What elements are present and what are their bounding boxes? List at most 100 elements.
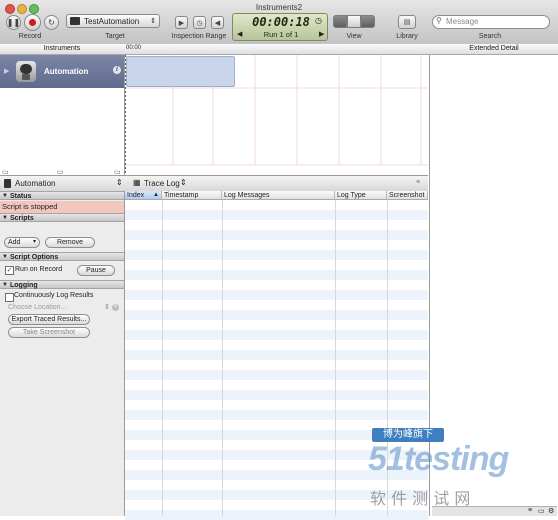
loop-icon[interactable]: ↻ bbox=[44, 15, 59, 30]
logging-header-label: Logging bbox=[10, 282, 38, 289]
export-traced-results-button[interactable]: Export Traced Results... bbox=[8, 314, 90, 325]
split-view-icon[interactable]: ▭ bbox=[538, 507, 545, 515]
record-button[interactable] bbox=[24, 14, 41, 31]
columns-handle-icon[interactable]: ≡ bbox=[416, 179, 420, 186]
watermark-subtitle: 软 件 测 试 网 bbox=[370, 489, 471, 508]
list-view-icon[interactable]: ≡ bbox=[528, 507, 532, 514]
run-counter: Run 1 of 1 bbox=[263, 30, 299, 39]
range-end-icon[interactable]: ◀ bbox=[211, 16, 224, 29]
clock-icon[interactable]: ◷ bbox=[193, 16, 206, 29]
location-chevron-icon: ⇕ bbox=[104, 304, 110, 311]
record-label: Record bbox=[18, 33, 42, 40]
search-icon: ⚲ bbox=[436, 16, 442, 25]
choose-location-popup[interactable]: Choose Location... bbox=[8, 304, 66, 311]
automation-instrument-icon bbox=[16, 61, 36, 82]
add-script-button[interactable]: Add ▾ bbox=[4, 237, 40, 248]
target-popup[interactable]: TestAutomation ⇕ bbox=[66, 14, 160, 28]
instrument-small-icon bbox=[4, 179, 11, 188]
watermark-logo: 51testing bbox=[368, 440, 509, 478]
table-row[interactable] bbox=[125, 250, 428, 260]
inspection-range-label: Inspection Range bbox=[171, 33, 227, 40]
continuously-log-checkbox[interactable] bbox=[5, 293, 14, 302]
extended-detail-header: Extended Detail bbox=[469, 45, 519, 52]
search-input[interactable]: Message bbox=[432, 15, 550, 29]
pause-button[interactable]: Pause bbox=[77, 265, 115, 276]
toolbar: Instruments2 ❚❚ ↻ Record TestAutomation … bbox=[0, 0, 558, 45]
ruler-start: 00:00 bbox=[126, 45, 142, 51]
disclosure-down-icon: ▼ bbox=[2, 215, 8, 221]
column-header-index-label: Index bbox=[127, 192, 145, 199]
column-header-timestamp[interactable]: Timestamp bbox=[162, 191, 222, 200]
continuously-log-label: Continuously Log Results bbox=[14, 292, 94, 299]
table-row[interactable] bbox=[125, 290, 428, 300]
view-instruments-toggle[interactable] bbox=[333, 15, 347, 28]
range-start-icon[interactable]: ▶ bbox=[175, 16, 188, 29]
column-header-index[interactable]: Index ▲ bbox=[125, 191, 162, 200]
table-row[interactable] bbox=[125, 210, 428, 220]
run-trace-bar[interactable] bbox=[126, 56, 235, 87]
script-options-section-header[interactable]: ▼ Script Options bbox=[0, 252, 124, 261]
status-header-label: Status bbox=[10, 193, 32, 200]
view-extended-toggle[interactable] bbox=[361, 15, 375, 28]
column-header-log-type[interactable]: Log Type bbox=[335, 191, 387, 200]
column-header-screenshot[interactable]: Screenshot bbox=[387, 191, 428, 200]
panel-mid-icon[interactable]: ▭ bbox=[57, 168, 64, 176]
table-row[interactable] bbox=[125, 310, 428, 320]
search-label: Search bbox=[478, 33, 502, 40]
pause-icon[interactable]: ❚❚ bbox=[6, 15, 21, 30]
settings-gear-icon[interactable]: ⚙ bbox=[548, 507, 554, 515]
record-icon bbox=[29, 19, 36, 26]
instruments-panel: ▶ Automation i bbox=[0, 55, 125, 175]
window-title: Instruments2 bbox=[255, 3, 303, 12]
library-icon[interactable]: ▤ bbox=[398, 15, 416, 29]
timeline-track[interactable] bbox=[125, 55, 428, 175]
clock-mode-icon[interactable]: ◷ bbox=[315, 16, 322, 25]
target-value: TestAutomation bbox=[84, 16, 140, 26]
logging-section-header[interactable]: ▼ Logging bbox=[0, 280, 124, 289]
status-section-header[interactable]: ▼ Status bbox=[0, 191, 124, 200]
next-run-icon[interactable]: ▶ bbox=[319, 30, 324, 38]
scripts-section-header[interactable]: ▼ Scripts bbox=[0, 213, 124, 222]
column-header-log-messages[interactable]: Log Messages bbox=[222, 191, 335, 200]
instrument-name: Automation bbox=[44, 67, 89, 76]
run-on-record-checkbox[interactable]: ✓ bbox=[5, 266, 14, 275]
options-header-label: Script Options bbox=[10, 254, 59, 261]
panel-expand-icon[interactable]: ▭ bbox=[114, 168, 121, 176]
view-detail-toggle[interactable] bbox=[347, 15, 361, 28]
view-chevron-icon[interactable]: ⇕ bbox=[180, 178, 187, 187]
header-row: Instruments 00:00 Extended Detail bbox=[0, 44, 558, 55]
table-row[interactable] bbox=[125, 410, 428, 420]
table-row[interactable] bbox=[125, 270, 428, 280]
remove-script-button[interactable]: Remove bbox=[45, 237, 95, 248]
add-label: Add bbox=[8, 239, 21, 246]
info-icon[interactable]: i bbox=[113, 66, 121, 74]
column-divider bbox=[335, 191, 336, 516]
disclosure-triangle-icon[interactable]: ▶ bbox=[4, 67, 9, 75]
chevron-updown-icon: ⇕ bbox=[150, 18, 156, 25]
table-row[interactable] bbox=[125, 370, 428, 380]
clear-location-icon[interactable]: × bbox=[112, 304, 119, 311]
table-row[interactable] bbox=[125, 510, 428, 520]
column-divider bbox=[222, 191, 223, 516]
table-row[interactable] bbox=[125, 390, 428, 400]
disclosure-down-icon: ▼ bbox=[2, 282, 8, 288]
view-selector[interactable]: Trace Log bbox=[144, 179, 180, 188]
table-row[interactable] bbox=[125, 350, 428, 360]
library-label: Library bbox=[396, 33, 418, 40]
take-screenshot-button[interactable]: Take Screenshot bbox=[8, 327, 90, 338]
target-app-icon bbox=[70, 17, 80, 25]
status-text: Script is stopped bbox=[0, 201, 124, 213]
scripts-header-label: Scripts bbox=[10, 215, 34, 222]
table-row[interactable] bbox=[125, 330, 428, 340]
view-label: View bbox=[346, 33, 362, 40]
selector-chevron-icon[interactable]: ⇕ bbox=[116, 178, 123, 187]
timer-display: 00:00:18 ◀ Run 1 of 1 ▶ ◷ bbox=[232, 13, 328, 41]
disclosure-down-icon: ▼ bbox=[2, 193, 8, 199]
detail-nav-bar: ▭ ▭ ▭ Automation ⇕ ▦ Trace Log ⇕ ≡ bbox=[0, 169, 428, 192]
sort-ascending-icon: ▲ bbox=[153, 192, 159, 198]
disclosure-down-icon: ▼ bbox=[2, 254, 8, 260]
instrument-row-automation[interactable]: ▶ Automation i bbox=[0, 55, 124, 88]
table-row[interactable] bbox=[125, 230, 428, 240]
instrument-selector[interactable]: Automation bbox=[15, 179, 55, 188]
panel-collapse-icon[interactable]: ▭ bbox=[2, 168, 9, 176]
